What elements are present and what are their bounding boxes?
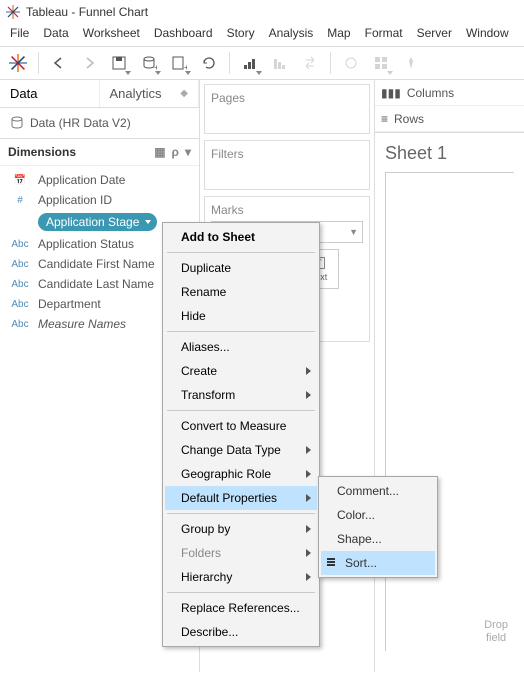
toolbar: + + bbox=[0, 46, 524, 80]
separator bbox=[167, 410, 315, 411]
group-button[interactable] bbox=[337, 49, 365, 77]
separator bbox=[229, 52, 230, 74]
ctx-group-by[interactable]: Group by bbox=[165, 517, 317, 541]
ctx-rename[interactable]: Rename bbox=[165, 280, 317, 304]
menu-caret-icon[interactable]: ▾ bbox=[185, 145, 191, 159]
field-application-id[interactable]: #Application ID bbox=[0, 190, 199, 210]
number-icon: # bbox=[8, 195, 32, 206]
sort-desc-button[interactable] bbox=[266, 49, 294, 77]
separator bbox=[167, 331, 315, 332]
sheet-title[interactable]: Sheet 1 bbox=[385, 143, 514, 172]
view-grid-icon[interactable]: ▦ bbox=[154, 145, 165, 159]
ctx-sub-sort[interactable]: Sort... bbox=[321, 551, 435, 575]
ctx-sub-comment[interactable]: Comment... bbox=[321, 479, 435, 503]
abc-icon: Abc bbox=[8, 299, 32, 310]
menu-bar: File Data Worksheet Dashboard Story Anal… bbox=[0, 24, 524, 46]
columns-icon: ▮▮▮ bbox=[381, 86, 401, 100]
showme-button[interactable] bbox=[367, 49, 395, 77]
worksheet-pane: ▮▮▮ Columns ≡ Rows Sheet 1 Dropfield bbox=[375, 80, 524, 672]
drop-field-hint: Dropfield bbox=[484, 619, 508, 645]
menu-data[interactable]: Data bbox=[43, 26, 68, 40]
abc-icon: Abc bbox=[8, 279, 32, 290]
ctx-default-properties[interactable]: Default Properties bbox=[165, 486, 317, 510]
search-icon[interactable]: ρ bbox=[172, 145, 179, 159]
view-canvas[interactable]: Dropfield bbox=[385, 172, 514, 651]
menu-dashboard[interactable]: Dashboard bbox=[154, 26, 213, 40]
ctx-create[interactable]: Create bbox=[165, 359, 317, 383]
columns-shelf[interactable]: ▮▮▮ Columns bbox=[375, 80, 524, 106]
svg-text:+: + bbox=[154, 63, 157, 71]
dimensions-header: Dimensions ▦ ρ ▾ bbox=[0, 139, 199, 166]
sheet-area: Sheet 1 Dropfield bbox=[375, 133, 524, 672]
separator bbox=[167, 513, 315, 514]
abc-icon: Abc bbox=[8, 259, 32, 270]
ctx-sub-shape[interactable]: Shape... bbox=[321, 527, 435, 551]
tab-analytics[interactable]: Analytics◆ bbox=[100, 80, 200, 107]
filters-shelf[interactable]: Filters bbox=[204, 140, 370, 190]
default-properties-submenu: Comment... Color... Shape... Sort... bbox=[318, 476, 438, 578]
title-bar: Tableau - Funnel Chart bbox=[0, 0, 524, 24]
abc-icon: Abc bbox=[8, 319, 32, 330]
tableau-button[interactable] bbox=[4, 49, 32, 77]
ctx-geographic-role[interactable]: Geographic Role bbox=[165, 462, 317, 486]
ctx-transform[interactable]: Transform bbox=[165, 383, 317, 407]
data-source-label: Data (HR Data V2) bbox=[30, 116, 131, 130]
new-worksheet-button[interactable]: + bbox=[165, 49, 193, 77]
tab-data[interactable]: Data bbox=[0, 80, 100, 107]
separator bbox=[167, 252, 315, 253]
menu-file[interactable]: File bbox=[10, 26, 29, 40]
menu-map[interactable]: Map bbox=[327, 26, 350, 40]
ctx-replace-references[interactable]: Replace References... bbox=[165, 596, 317, 620]
abc-icon: Abc bbox=[8, 217, 32, 228]
menu-worksheet[interactable]: Worksheet bbox=[83, 26, 140, 40]
save-button[interactable] bbox=[105, 49, 133, 77]
field-application-date[interactable]: 📅Application Date bbox=[0, 170, 199, 190]
sort-icon bbox=[327, 558, 339, 568]
separator bbox=[38, 52, 39, 74]
menu-window[interactable]: Window bbox=[466, 26, 509, 40]
separator bbox=[167, 592, 315, 593]
abc-icon: Abc bbox=[8, 239, 32, 250]
ctx-aliases[interactable]: Aliases... bbox=[165, 335, 317, 359]
window-title: Tableau - Funnel Chart bbox=[26, 5, 148, 19]
pages-shelf[interactable]: Pages bbox=[204, 84, 370, 134]
ctx-convert-to-measure[interactable]: Convert to Measure bbox=[165, 414, 317, 438]
datasource-icon bbox=[10, 116, 24, 130]
forward-button[interactable] bbox=[75, 49, 103, 77]
swap-button[interactable] bbox=[296, 49, 324, 77]
new-datasource-button[interactable]: + bbox=[135, 49, 163, 77]
tableau-logo-icon bbox=[6, 5, 20, 19]
field-context-menu: Add to Sheet Duplicate Rename Hide Alias… bbox=[162, 222, 320, 647]
ctx-describe[interactable]: Describe... bbox=[165, 620, 317, 644]
ctx-sub-color[interactable]: Color... bbox=[321, 503, 435, 527]
shelves: ▮▮▮ Columns ≡ Rows bbox=[375, 80, 524, 133]
refresh-button[interactable] bbox=[195, 49, 223, 77]
ctx-hierarchy[interactable]: Hierarchy bbox=[165, 565, 317, 589]
ctx-add-to-sheet[interactable]: Add to Sheet bbox=[165, 225, 317, 249]
data-source-item[interactable]: Data (HR Data V2) bbox=[0, 108, 199, 139]
separator bbox=[330, 52, 331, 74]
rows-shelf[interactable]: ≡ Rows bbox=[375, 106, 524, 132]
ctx-folders: Folders bbox=[165, 541, 317, 565]
rows-icon: ≡ bbox=[381, 112, 388, 126]
menu-format[interactable]: Format bbox=[365, 26, 403, 40]
ctx-hide[interactable]: Hide bbox=[165, 304, 317, 328]
dimensions-label: Dimensions bbox=[8, 145, 76, 159]
pin-button[interactable] bbox=[397, 49, 425, 77]
menu-server[interactable]: Server bbox=[417, 26, 452, 40]
back-button[interactable] bbox=[45, 49, 73, 77]
menu-analysis[interactable]: Analysis bbox=[269, 26, 314, 40]
sort-asc-button[interactable] bbox=[236, 49, 264, 77]
calendar-icon: 📅 bbox=[8, 175, 32, 186]
side-tabs: Data Analytics◆ bbox=[0, 80, 199, 108]
menu-story[interactable]: Story bbox=[227, 26, 255, 40]
ctx-change-data-type[interactable]: Change Data Type bbox=[165, 438, 317, 462]
ctx-duplicate[interactable]: Duplicate bbox=[165, 256, 317, 280]
svg-text:+: + bbox=[184, 63, 187, 71]
